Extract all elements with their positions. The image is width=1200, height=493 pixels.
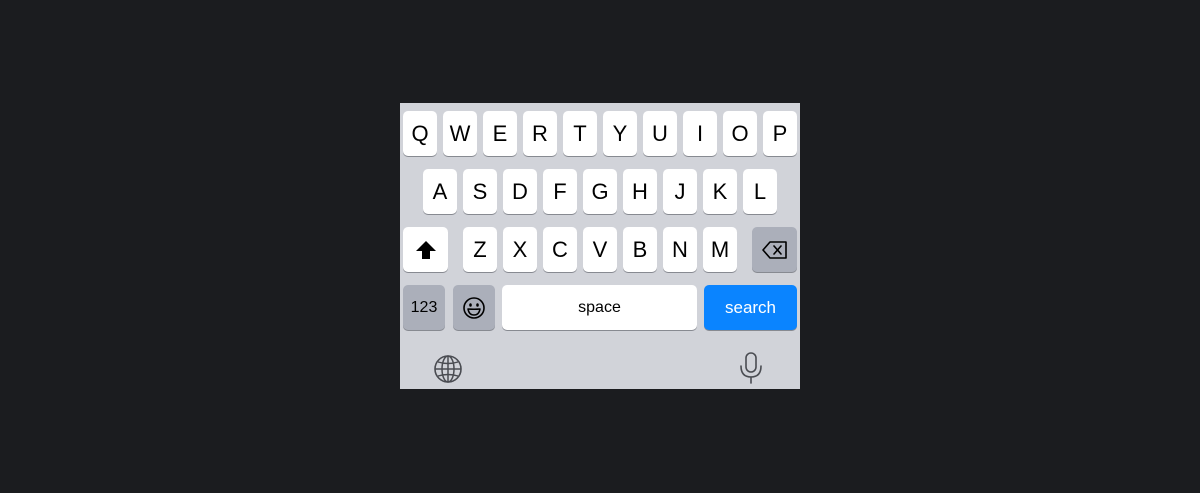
globe-button[interactable] (432, 354, 464, 389)
key-k[interactable]: K (703, 169, 737, 214)
key-d[interactable]: D (503, 169, 537, 214)
onscreen-keyboard: Q W E R T Y U I O P A S D F G H J K L Z … (400, 103, 800, 389)
key-f[interactable]: F (543, 169, 577, 214)
key-l[interactable]: L (743, 169, 777, 214)
search-key[interactable]: search (704, 285, 797, 330)
backspace-key[interactable] (752, 227, 797, 272)
emoji-icon (462, 296, 486, 320)
key-r[interactable]: R (523, 111, 557, 156)
key-v[interactable]: V (583, 227, 617, 272)
key-c[interactable]: C (543, 227, 577, 272)
key-o[interactable]: O (723, 111, 757, 156)
shift-icon (415, 240, 437, 260)
backspace-icon (761, 240, 788, 260)
dictation-button[interactable] (736, 351, 766, 389)
key-b[interactable]: B (623, 227, 657, 272)
key-p[interactable]: P (763, 111, 797, 156)
emoji-key[interactable] (453, 285, 495, 330)
globe-icon (433, 354, 463, 389)
key-q[interactable]: Q (403, 111, 437, 156)
shift-key[interactable] (403, 227, 448, 272)
key-j[interactable]: J (663, 169, 697, 214)
key-m[interactable]: M (703, 227, 737, 272)
key-t[interactable]: T (563, 111, 597, 156)
key-e[interactable]: E (483, 111, 517, 156)
key-a[interactable]: A (423, 169, 457, 214)
space-key[interactable]: space (502, 285, 697, 330)
key-u[interactable]: U (643, 111, 677, 156)
key-s[interactable]: S (463, 169, 497, 214)
key-x[interactable]: X (503, 227, 537, 272)
key-w[interactable]: W (443, 111, 477, 156)
key-y[interactable]: Y (603, 111, 637, 156)
numbers-key[interactable]: 123 (403, 285, 445, 330)
key-n[interactable]: N (663, 227, 697, 272)
key-z[interactable]: Z (463, 227, 497, 272)
microphone-icon (738, 351, 764, 389)
key-i[interactable]: I (683, 111, 717, 156)
key-g[interactable]: G (583, 169, 617, 214)
key-h[interactable]: H (623, 169, 657, 214)
